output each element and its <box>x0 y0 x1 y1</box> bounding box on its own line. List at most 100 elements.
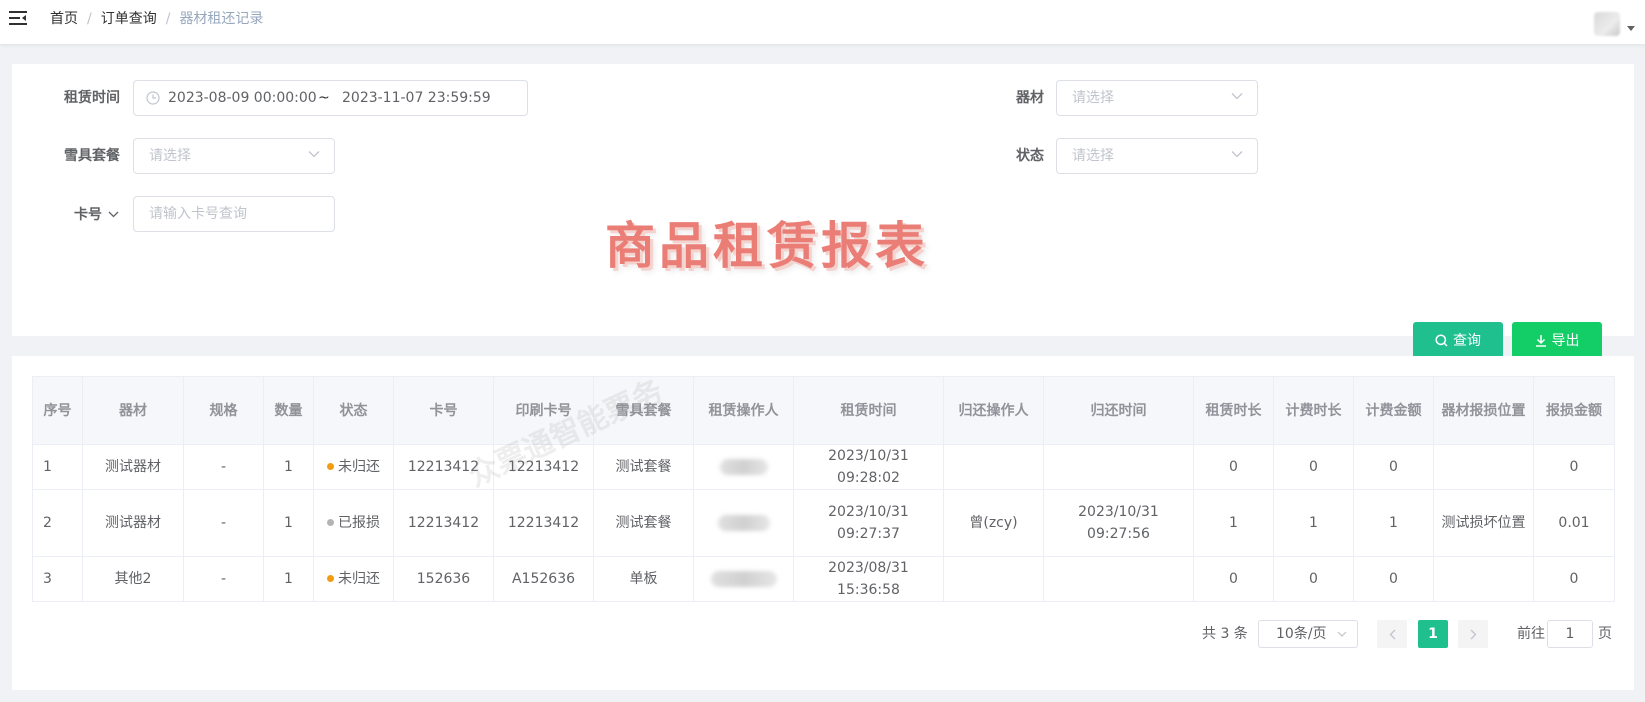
chevron-down-icon <box>1337 631 1347 637</box>
goto-page-input[interactable] <box>1547 620 1593 648</box>
column-header: 归还时间 <box>1043 376 1194 445</box>
page-size-select[interactable]: 10条/页 <box>1258 620 1358 648</box>
query-button[interactable]: 查询 <box>1413 322 1503 358</box>
chevron-down-icon <box>108 211 119 217</box>
rent-time-range-picker[interactable]: 2023-08-09 00:00:00 ~ 2023-11-07 23:59:5… <box>133 80 528 116</box>
chevron-left-icon <box>1389 629 1395 639</box>
status-select[interactable]: 请选择 <box>1056 138 1258 174</box>
column-header: 规格 <box>183 376 264 445</box>
status-dot-icon <box>327 518 334 526</box>
column-header: 租赁时间 <box>793 376 944 445</box>
column-header: 计费时长 <box>1273 376 1354 445</box>
equipment-select[interactable]: 请选择 <box>1056 80 1258 116</box>
cell-status: 未归还 <box>313 444 394 490</box>
menu-fold-icon[interactable] <box>9 10 27 26</box>
search-icon <box>1435 333 1448 347</box>
card-number-input[interactable]: 请输入卡号查询 <box>133 196 335 232</box>
cell-bill-duration: 0 <box>1273 556 1354 602</box>
equipment-select-placeholder: 请选择 <box>1072 90 1114 106</box>
top-navbar: 首页 / 订单查询 / 器材租还记录 <box>0 0 1645 44</box>
redacted-text <box>710 571 777 587</box>
breadcrumb-current: 器材租还记录 <box>179 11 264 27</box>
cell-index: 3 <box>32 556 83 602</box>
column-header: 数量 <box>263 376 314 445</box>
export-button-label: 导出 <box>1551 333 1580 349</box>
table-row: 3 其他2 - 1 未归还 152636 A152636 单板 2023/08/… <box>32 556 1615 602</box>
pagination-total: 共 3 条 <box>1202 626 1248 642</box>
breadcrumb-home[interactable]: 首页 <box>50 11 78 27</box>
breadcrumb-separator: / <box>87 11 92 27</box>
cell-rent-time: 2023/10/31 09:27:37 <box>793 489 944 557</box>
redacted-text <box>717 515 770 531</box>
cell-status: 未归还 <box>313 556 394 602</box>
rental-records-table: 序号 器材 规格 数量 状态 卡号 印刷卡号 雪具套餐 租赁操作人 租赁时间 归… <box>32 376 1615 602</box>
status-text: 未归还 <box>338 571 380 587</box>
cell-qty: 1 <box>263 489 314 557</box>
cell-package: 测试套餐 <box>593 444 694 490</box>
cell-damage-location <box>1433 444 1534 490</box>
cell-package: 单板 <box>593 556 694 602</box>
column-header: 卡号 <box>393 376 494 445</box>
cell-damage-location: 测试损坏位置 <box>1433 489 1534 557</box>
cell-return-time <box>1043 444 1194 490</box>
card-type-dropdown[interactable]: 卡号 <box>74 196 119 232</box>
cell-qty: 1 <box>263 556 314 602</box>
cell-print-card: 12213412 <box>493 444 594 490</box>
column-header: 器材报损位置 <box>1433 376 1534 445</box>
rent-time-start[interactable]: 2023-08-09 00:00:00 <box>168 81 317 115</box>
redacted-text <box>719 459 768 475</box>
cell-damage-amount: 0 <box>1533 556 1615 602</box>
equipment-label: 器材 <box>1016 90 1044 106</box>
cell-card: 12213412 <box>393 489 494 557</box>
cell-print-card: A152636 <box>493 556 594 602</box>
column-header: 归还操作人 <box>943 376 1044 445</box>
cell-card: 152636 <box>393 556 494 602</box>
column-header: 计费金额 <box>1353 376 1434 445</box>
page-size-value: 10条/页 <box>1276 626 1327 642</box>
caret-down-icon[interactable] <box>1627 26 1635 31</box>
cell-qty: 1 <box>263 444 314 490</box>
cell-status: 已报损 <box>313 489 394 557</box>
cell-spec: - <box>183 489 264 557</box>
cell-damage-amount: 0 <box>1533 444 1615 490</box>
package-select-placeholder: 请选择 <box>149 148 191 164</box>
page-number-button[interactable]: 1 <box>1418 620 1448 648</box>
cell-return-operator <box>943 444 1044 490</box>
cell-damage-location <box>1433 556 1534 602</box>
column-header: 序号 <box>32 376 83 445</box>
goto-label: 前往 <box>1517 626 1545 642</box>
chevron-down-icon <box>1231 151 1243 158</box>
page-suffix-label: 页 <box>1598 626 1612 642</box>
card-label: 卡号 <box>74 207 102 223</box>
rent-time-label: 租赁时间 <box>64 90 120 106</box>
prev-page-button[interactable] <box>1377 620 1407 648</box>
next-page-button[interactable] <box>1458 620 1488 648</box>
package-select[interactable]: 请选择 <box>133 138 335 174</box>
cell-rent-duration: 1 <box>1193 489 1274 557</box>
cell-return-operator: 曾(zcy) <box>943 489 1044 557</box>
chevron-right-icon <box>1470 629 1476 639</box>
cell-equipment: 其他2 <box>82 556 184 602</box>
cell-package: 测试套餐 <box>593 489 694 557</box>
status-dot-icon <box>327 574 334 582</box>
column-header: 雪具套餐 <box>593 376 694 445</box>
cell-index: 1 <box>32 444 83 490</box>
cell-return-operator <box>943 556 1044 602</box>
export-button[interactable]: 导出 <box>1512 322 1602 358</box>
cell-damage-amount: 0.01 <box>1533 489 1615 557</box>
table-header-row: 序号 器材 规格 数量 状态 卡号 印刷卡号 雪具套餐 租赁操作人 租赁时间 归… <box>32 376 1615 445</box>
card-number-placeholder: 请输入卡号查询 <box>149 206 247 222</box>
breadcrumb-order-query[interactable]: 订单查询 <box>101 11 157 27</box>
rent-time-end[interactable]: 2023-11-07 23:59:59 <box>342 81 491 115</box>
report-title-overlay: 商品租赁报表 <box>605 217 929 275</box>
cell-spec: - <box>183 444 264 490</box>
cell-spec: - <box>183 556 264 602</box>
cell-bill-duration: 1 <box>1273 489 1354 557</box>
breadcrumb-separator: / <box>165 11 171 27</box>
avatar[interactable] <box>1594 12 1620 36</box>
range-separator: ~ <box>318 90 330 106</box>
query-button-label: 查询 <box>1453 333 1481 349</box>
column-header: 状态 <box>313 376 394 445</box>
cell-bill-duration: 0 <box>1273 444 1354 490</box>
column-header: 租赁时长 <box>1193 376 1274 445</box>
